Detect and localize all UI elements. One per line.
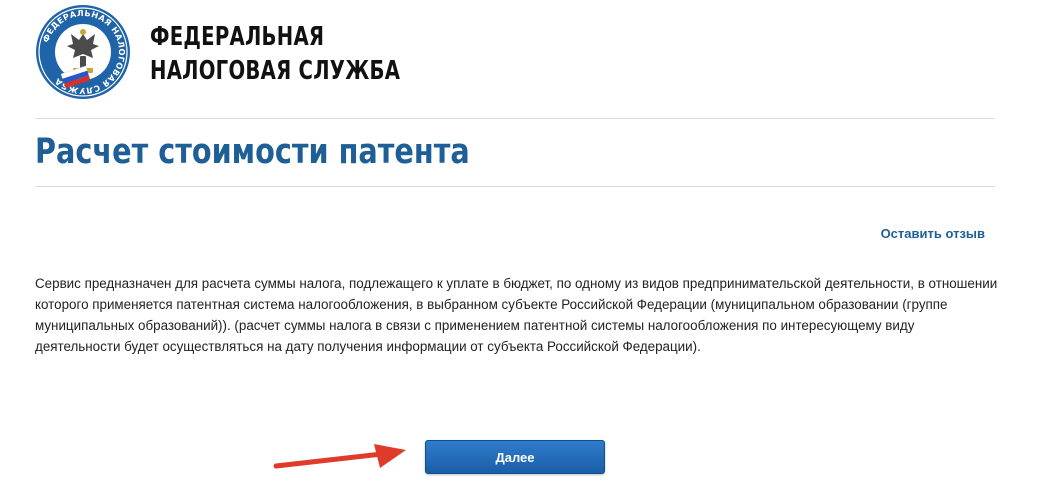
page-title: Расчет стоимости патента	[35, 130, 470, 174]
divider-top	[35, 118, 995, 119]
red-arrow-icon	[270, 440, 420, 480]
org-name: ФЕДЕРАЛЬНАЯ НАЛОГОВАЯ СЛУЖБА	[150, 20, 400, 88]
feedback-link[interactable]: Оставить отзыв	[881, 226, 985, 241]
org-name-line1: ФЕДЕРАЛЬНАЯ	[150, 20, 400, 54]
org-name-line2: НАЛОГОВАЯ СЛУЖБА	[150, 54, 400, 88]
service-description: Сервис предназначен для расчета суммы на…	[35, 273, 1000, 357]
divider-bottom	[35, 186, 995, 187]
fns-emblem-icon: ФЕДЕРАЛЬНАЯ НАЛОГОВАЯ СЛУЖБА	[35, 4, 131, 100]
next-button[interactable]: Далее	[425, 440, 605, 474]
